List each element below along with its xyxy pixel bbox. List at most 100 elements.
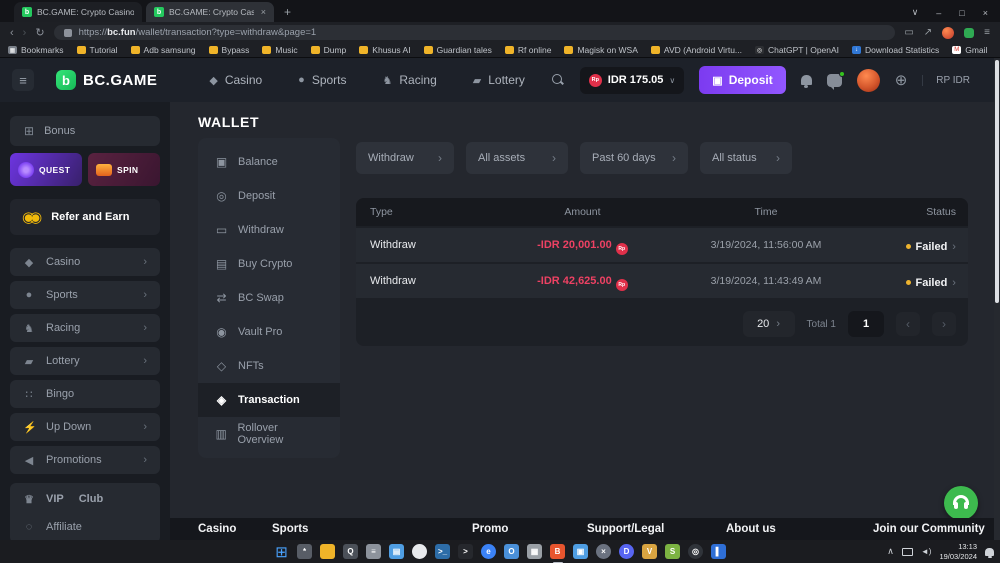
tray-clock[interactable]: 13:1319/03/2024 [939, 542, 977, 562]
scrollbar[interactable] [994, 58, 1000, 540]
wallet-nav-rollover[interactable]: ▥Rollover Overview [198, 417, 340, 451]
obs-icon[interactable]: ◎ [688, 544, 704, 560]
site-permissions-icon[interactable] [64, 29, 72, 37]
bookmark-item[interactable]: Tutorial [77, 45, 118, 55]
wallet-nav-balance[interactable]: ▣Balance [198, 145, 340, 179]
chat-icon[interactable] [827, 74, 842, 87]
sidebar-item-vip-club[interactable]: ♛VIPClub [10, 485, 160, 513]
wallet-nav-transaction[interactable]: ◈Transaction [198, 383, 340, 417]
calendar-app-icon[interactable]: ▦ [527, 544, 543, 560]
filter-status[interactable]: All status› [700, 142, 792, 174]
nav-lottery[interactable]: ▰Lottery [473, 73, 525, 87]
minimize-icon[interactable]: – [936, 8, 941, 18]
settings-icon[interactable]: * [297, 544, 313, 560]
bookmark-item[interactable]: ↓Download Statistics [852, 45, 939, 55]
tray-chevron-icon[interactable]: ∧ [887, 546, 894, 557]
spin-button[interactable]: SPIN [88, 153, 160, 186]
bookmark-item[interactable]: Khusus AI [359, 45, 410, 55]
media-app-icon[interactable]: ▌ [711, 544, 727, 560]
mail-app-icon[interactable]: ▤ [389, 544, 405, 560]
restore-icon[interactable]: □ [959, 8, 964, 18]
filter-date-range[interactable]: Past 60 days› [580, 142, 688, 174]
nav-racing[interactable]: ♞Racing [383, 73, 437, 87]
wallet-nav-buy-crypto[interactable]: ▤Buy Crypto [198, 247, 340, 281]
terminal-icon[interactable]: > [458, 544, 474, 560]
footer-col-community[interactable]: Join our Community [873, 523, 985, 535]
currency-label[interactable]: RP IDR [922, 75, 970, 86]
outlook-icon[interactable]: O [504, 544, 520, 560]
window-menu-icon[interactable]: ∨ [912, 7, 919, 18]
game-app-icon[interactable]: × [596, 544, 612, 560]
user-avatar[interactable] [857, 69, 880, 92]
sidebar-item-lottery[interactable]: ▰Lottery› [10, 347, 160, 375]
wallet-nav-nfts[interactable]: ◇NFTs [198, 349, 340, 383]
sidebar-item-updown[interactable]: ⚡Up Down› [10, 413, 160, 441]
new-tab-button[interactable]: + [284, 5, 291, 19]
wallet-nav-bc-swap[interactable]: ⇄BC Swap [198, 281, 340, 315]
notes-app-icon[interactable]: ≡ [366, 544, 382, 560]
current-page-input[interactable]: 1 [848, 311, 884, 337]
search-icon[interactable] [552, 74, 565, 87]
sidebar-item-bingo[interactable]: ∷Bingo [10, 380, 160, 408]
table-row[interactable]: Withdraw -IDR 20,001.00Rp 3/19/2024, 11:… [356, 228, 968, 262]
notifications-bell-icon[interactable] [801, 75, 812, 85]
footer-col-casino[interactable]: Casino [198, 523, 236, 535]
footer-col-sports[interactable]: Sports [272, 523, 308, 535]
wallet-extension-icon[interactable] [964, 28, 974, 38]
tools-app-icon[interactable]: V [642, 544, 658, 560]
refer-and-earn-button[interactable]: ◉◉ Refer and Earn [10, 199, 160, 235]
table-row[interactable]: Withdraw -IDR 42,625.00Rp 3/19/2024, 11:… [356, 264, 968, 298]
reading-mode-icon[interactable]: ▭ [904, 27, 913, 38]
file-explorer-icon[interactable] [320, 544, 336, 560]
bookmark-item[interactable]: Guardian tales [424, 45, 492, 55]
prev-page-button[interactable]: ‹ [896, 312, 920, 336]
bookmark-item[interactable]: Dump [311, 45, 347, 55]
bonus-button[interactable]: ⊞ Bonus [10, 116, 160, 146]
edge-browser-icon[interactable]: e [481, 544, 497, 560]
footer-col-promo[interactable]: Promo [472, 523, 508, 535]
support-chat-button[interactable] [944, 486, 978, 520]
footer-col-support[interactable]: Support/Legal [587, 523, 664, 535]
filter-type[interactable]: Withdraw› [356, 142, 454, 174]
scrollbar-thumb[interactable] [995, 60, 999, 303]
powershell-icon[interactable]: >_ [435, 544, 451, 560]
wallet-nav-deposit[interactable]: ◎Deposit [198, 179, 340, 213]
bookmark-item[interactable]: AVD (Android Virtu... [651, 45, 742, 55]
forward-icon[interactable]: › [23, 27, 27, 39]
share-icon[interactable]: ↗ [924, 27, 932, 38]
reload-icon[interactable]: ↻ [35, 26, 44, 39]
display-icon[interactable] [902, 548, 913, 556]
bookmark-item[interactable]: Adb samsung [131, 45, 196, 55]
sidebar-item-promotions[interactable]: ◀Promotions› [10, 446, 160, 474]
bookmark-item[interactable]: MGmail [952, 45, 987, 55]
bookmark-item[interactable]: ◎ChatGPT | OpenAI [755, 45, 839, 55]
bookmark-item[interactable]: Bypass [209, 45, 250, 55]
back-icon[interactable]: ‹ [10, 27, 14, 39]
brave-browser-icon[interactable]: B [550, 544, 566, 560]
bookmark-item[interactable]: Rf online [505, 45, 552, 55]
speaker-icon[interactable]: ◄) [921, 547, 932, 556]
sidebar-item-affiliate[interactable]: ◌Affiliate [10, 513, 160, 541]
close-window-icon[interactable]: × [983, 8, 988, 18]
page-size-selector[interactable]: 20› [743, 311, 795, 337]
nav-casino[interactable]: ◆Casino [209, 73, 262, 87]
sidebar-item-racing[interactable]: ♞Racing› [10, 314, 160, 342]
footer-col-about[interactable]: About us [726, 523, 776, 535]
filter-assets[interactable]: All assets› [466, 142, 568, 174]
photos-app-icon[interactable]: ▣ [573, 544, 589, 560]
browser-tab-active[interactable]: b BC.GAME: Crypto Casino Games × [146, 2, 274, 22]
browser-tab[interactable]: b BC.GAME: Crypto Casino Games & C [14, 2, 142, 22]
bookmark-item[interactable]: Music [262, 45, 297, 55]
deposit-button[interactable]: ▣ Deposit [699, 66, 785, 94]
start-button[interactable]: ⊞ [274, 544, 290, 560]
quest-button[interactable]: QUEST [10, 153, 82, 186]
wallet-nav-vault-pro[interactable]: ◉Vault Pro [198, 315, 340, 349]
notification-center-icon[interactable] [985, 548, 994, 556]
clock-app-icon[interactable] [412, 544, 428, 560]
close-tab-icon[interactable]: × [261, 7, 266, 17]
sidebar-item-casino[interactable]: ◆Casino› [10, 248, 160, 276]
sharex-icon[interactable]: S [665, 544, 681, 560]
wallet-nav-withdraw[interactable]: ▭Withdraw [198, 213, 340, 247]
nav-sports[interactable]: ●Sports [298, 73, 346, 87]
search-app-icon[interactable]: Q [343, 544, 359, 560]
